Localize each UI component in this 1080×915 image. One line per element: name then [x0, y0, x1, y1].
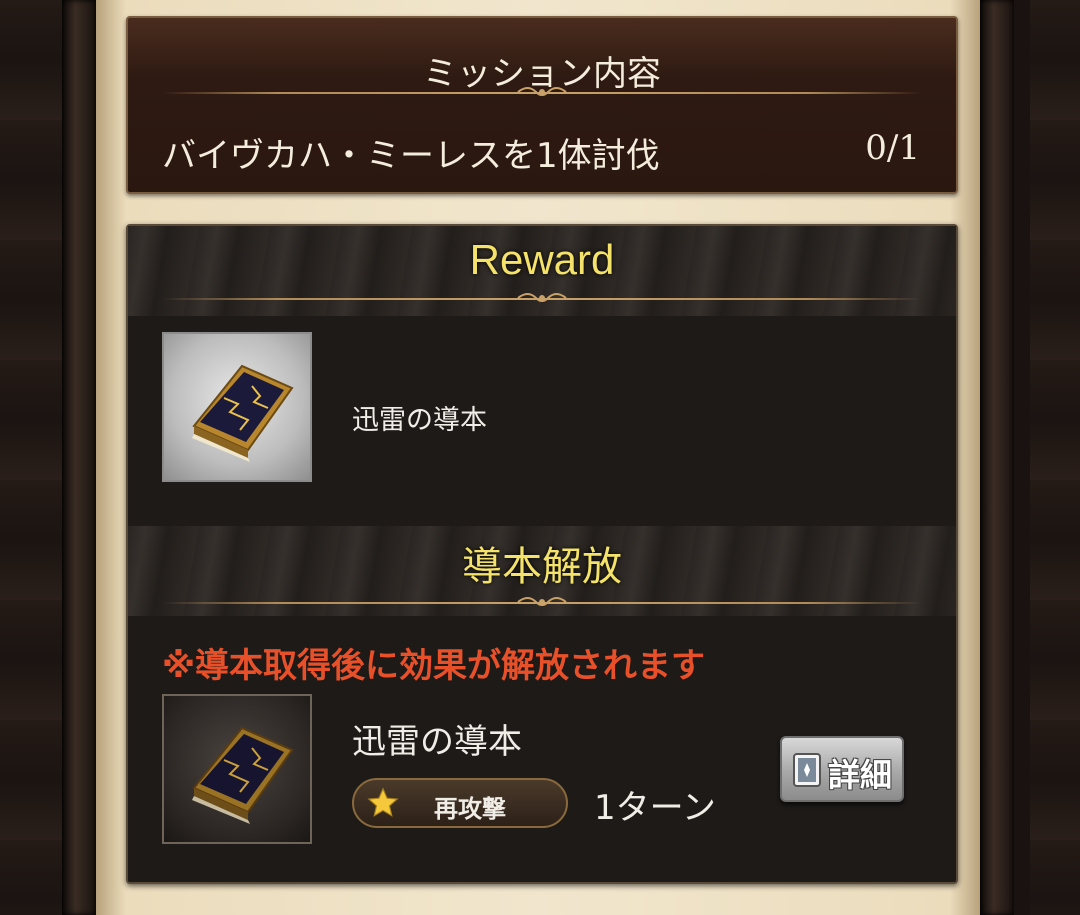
reward-item-name: 迅雷の導本: [352, 405, 487, 436]
frame-rail-left: [62, 0, 96, 915]
unlock-item-name: 迅雷の導本: [352, 722, 522, 762]
reward-item-thumbnail[interactable]: [162, 332, 312, 482]
unlock-divider: [162, 597, 922, 606]
mission-description: バイヴカハ・ミーレスを1体討伐: [162, 136, 660, 176]
skill-duration: 1ターン: [594, 788, 716, 828]
ornament-icon: [517, 87, 567, 96]
frame-rail-right: [980, 0, 1014, 915]
ornament-icon: [517, 293, 567, 302]
mission-divider: [162, 87, 922, 96]
unlock-item-thumbnail[interactable]: [162, 694, 312, 844]
background-right: [1030, 0, 1080, 915]
lightning-tome-icon: [192, 726, 294, 824]
card-icon: [793, 753, 821, 787]
mission-progress: 0/1: [865, 128, 920, 168]
unlock-notice: ※導本取得後に効果が解放されます: [162, 646, 706, 686]
skill-badge: 再攻撃: [352, 778, 568, 828]
reward-panel: Reward 迅雷の導本 導本解放 ※導本取得後に効果が解放されます 迅雷の導本…: [126, 224, 958, 884]
lightning-tome-icon: [192, 364, 294, 462]
mission-panel: ミッション内容 バイヴカハ・ミーレスを1体討伐 0/1: [126, 16, 958, 194]
background-left: [0, 0, 70, 915]
ornament-icon: [517, 597, 567, 606]
unlock-header: 導本解放: [462, 544, 622, 590]
detail-button-label: 詳細: [828, 756, 893, 794]
star-icon: [367, 787, 399, 817]
detail-button[interactable]: 詳細: [780, 736, 904, 802]
skill-label: 再攻撃: [434, 795, 506, 823]
reward-divider: [162, 293, 922, 302]
reward-header: Reward: [469, 236, 615, 283]
